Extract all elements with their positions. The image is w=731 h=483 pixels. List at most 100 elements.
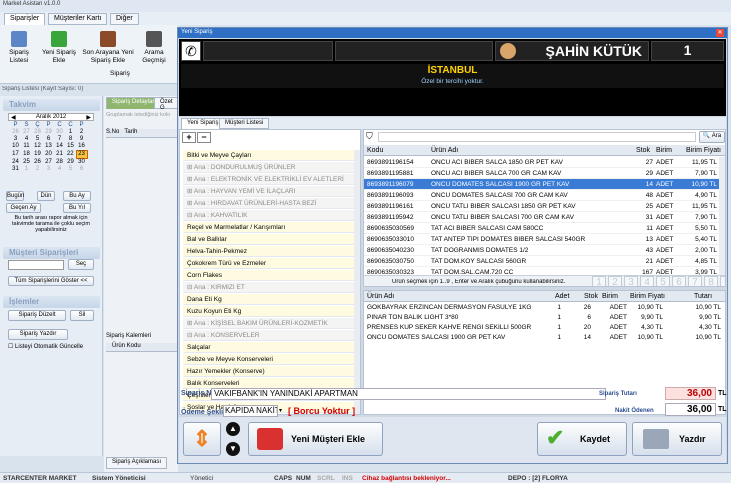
calendar-day[interactable]: 2 — [32, 166, 43, 173]
yesterday-button[interactable]: Dün — [37, 191, 55, 201]
cart-row[interactable]: ONCU DOMATES SALCASI 1900 GR PET KAV 1 14 A… — [364, 333, 725, 343]
payment-select[interactable]: KAPIDA NAKİT — [223, 405, 278, 417]
number-key-button[interactable]: 9 — [720, 276, 725, 286]
calendar-day[interactable]: 30 — [76, 159, 87, 167]
call-history-button[interactable]: Arama Geçmişi — [135, 31, 173, 65]
show-all-orders-button[interactable]: Tüm Siparişlerini Göster << — [8, 276, 94, 286]
calendar-day[interactable]: 5 — [65, 166, 76, 173]
category-item[interactable]: ⊞ Ana : ELEKTRONİK VE ELEKTRİKLİ EV ALET… — [183, 174, 355, 185]
search-button[interactable]: 🔍 Ara — [699, 131, 725, 143]
edit-order-button[interactable]: Sipariş Düzelt — [8, 310, 66, 321]
tab-new-order[interactable]: Yeni Sipariş — [181, 118, 225, 129]
calendar-day[interactable]: 8 — [65, 136, 76, 143]
customer-input[interactable] — [8, 260, 64, 270]
category-item[interactable]: Dana Eti Kg — [183, 294, 355, 305]
product-row[interactable]: 8693891196161 ONCU TATLI BIBER SALCASI 18… — [364, 201, 721, 212]
category-item[interactable]: ⊟ Ana : KAHVATILIK — [183, 210, 355, 221]
cart-row[interactable]: GOKBAYRAK ERZINCAN DERMASYON FASULYE 1KG… — [364, 303, 725, 313]
calendar-day[interactable]: 3 — [10, 136, 21, 143]
print-button[interactable]: Yazdır — [632, 422, 722, 456]
calendar-day[interactable]: 20 — [43, 151, 54, 159]
calendar-day[interactable]: 12 — [32, 143, 43, 151]
today-button[interactable]: Bugün — [6, 191, 24, 201]
product-row[interactable]: 8693891195881 ONCU ACI BIBER SALCA 700 GR… — [364, 168, 721, 179]
calendar-day[interactable]: 29 — [65, 159, 76, 167]
category-item[interactable]: ⊞ Ana : HAYVAN YEMİ VE İLAÇLARI — [183, 186, 355, 197]
number-key-button[interactable]: 1 — [592, 276, 606, 286]
new-customer-button[interactable]: Yeni Müşteri Ekle — [248, 422, 383, 456]
category-item[interactable]: ⊞ Ana : KİŞİSEL BAKIM ÜRÜNLERİ-KOZMETİK — [183, 318, 355, 329]
calendar-day[interactable]: 26 — [32, 159, 43, 167]
calendar-day[interactable]: 13 — [43, 143, 54, 151]
calendar-day[interactable]: 23 — [75, 150, 88, 159]
calendar-day[interactable]: 28 — [32, 129, 43, 136]
calendar-day[interactable]: 29 — [43, 129, 54, 136]
collapse-all-icon[interactable]: − — [197, 132, 211, 143]
down-arrow-icon[interactable]: ▼ — [226, 442, 240, 456]
calendar-day[interactable]: 28 — [54, 159, 65, 167]
calendar-day[interactable]: 9 — [76, 136, 87, 143]
order-list-button[interactable]: Sipariş Listesi — [0, 31, 38, 65]
calendar-day[interactable]: 1 — [65, 129, 76, 136]
calendar-day[interactable]: 26 — [10, 129, 21, 136]
product-row[interactable]: 8690635040230 TAT DOGRANMIS DOMATES 1/2 43… — [364, 245, 721, 256]
calendar-day[interactable]: 11 — [21, 143, 32, 151]
select-button[interactable]: Seç — [68, 259, 94, 270]
calendar-day[interactable]: 27 — [43, 159, 54, 167]
new-order-last-caller-button[interactable]: Son Arayana Yeni Sipariş Ekle — [82, 31, 134, 65]
calendar-day[interactable]: 27 — [21, 129, 32, 136]
delete-button[interactable]: Sil — [70, 310, 94, 321]
product-row[interactable]: 8693891196093 ONCU DOMATES SALCASI 700 GR… — [364, 190, 721, 201]
order-note-input[interactable]: VAKIFBANK'IN YANINDAKİ APARTMAN — [211, 388, 606, 400]
tab-customer-list[interactable]: Müşteri Listesi — [219, 118, 270, 129]
product-row[interactable]: 8690635030569 TAT ACI BIBER SALCASI CAM 5… — [364, 223, 721, 234]
category-item[interactable]: Helva-Tahin-Pekmez — [183, 246, 355, 257]
number-key-button[interactable]: 6 — [672, 276, 686, 286]
last-month-button[interactable]: Geçen Ay — [6, 203, 41, 213]
category-item[interactable]: Reçel ve Marmelatlar / Karışımları — [183, 222, 355, 233]
product-search-input[interactable] — [378, 132, 696, 142]
calendar-day[interactable]: 7 — [54, 136, 65, 143]
category-scrollbar[interactable] — [354, 150, 360, 414]
category-item[interactable]: Çokokrem Türü ve Ezmeler — [183, 258, 355, 269]
save-button[interactable]: ✔ Kaydet — [537, 422, 627, 456]
calendar-day[interactable]: 24 — [10, 159, 21, 167]
paid-amount-input[interactable]: 36,00 — [665, 403, 716, 416]
category-item[interactable]: ⊟ Ana : KIRMIZI ET — [183, 282, 355, 293]
product-row[interactable]: 8693891195942 ONCU TATLI BIBER SALCASI 70… — [364, 212, 721, 223]
calendar-day[interactable]: 21 — [54, 151, 65, 159]
calendar-day[interactable]: 16 — [76, 143, 87, 151]
category-item[interactable]: Kuzu Koyun Eti Kg — [183, 306, 355, 317]
calendar-day[interactable]: 18 — [21, 151, 32, 159]
up-arrow-icon[interactable]: ▲ — [226, 422, 240, 436]
calendar-day[interactable]: 3 — [43, 166, 54, 173]
close-icon[interactable]: ✕ — [716, 29, 724, 37]
tab-other[interactable]: Diğer — [110, 13, 139, 25]
calendar-day[interactable]: 2 — [76, 129, 87, 136]
product-scrollbar[interactable] — [719, 157, 725, 277]
tab-summary[interactable]: Özet G — [154, 97, 179, 111]
cart-row[interactable]: PRENSES KUP SEKER KAHVE RENGI SEKILLI 50… — [364, 323, 725, 333]
number-key-button[interactable]: 3 — [624, 276, 638, 286]
reorder-arrows-icon[interactable]: ⇕ — [183, 422, 221, 456]
calendar-day[interactable]: 31 — [10, 166, 21, 173]
auto-refresh-checkbox[interactable]: ☐ Listeyi Otomatik Güncelle — [8, 343, 83, 350]
product-row[interactable]: 8693891196154 ONCU ACI BIBER SALCA 1850 G… — [364, 157, 721, 168]
payment-dropdown-icon[interactable]: ▾ — [279, 407, 282, 414]
number-key-button[interactable]: 8 — [704, 276, 718, 286]
category-item[interactable]: Hazır Yemekler (Konserve) — [183, 366, 355, 377]
new-order-button[interactable]: Yeni Sipariş Ekle — [40, 31, 78, 65]
product-row[interactable]: 8693891196079 ONCU DOMATES SALCASI 1900 G… — [364, 179, 721, 190]
expand-all-icon[interactable]: + — [182, 132, 196, 143]
number-key-button[interactable]: 7 — [688, 276, 702, 286]
calendar-day[interactable]: 1 — [21, 166, 32, 173]
category-item[interactable]: Bal ve Ballılar — [183, 234, 355, 245]
tab-customers[interactable]: Müşteriler Kartı — [48, 13, 108, 25]
number-key-button[interactable]: 4 — [640, 276, 654, 286]
calendar-day[interactable]: 30 — [54, 129, 65, 136]
calendar-day[interactable]: 22 — [65, 151, 76, 159]
category-item[interactable]: ⊟ Ana : KONSERVELER — [183, 330, 355, 341]
number-key-button[interactable]: 2 — [608, 276, 622, 286]
category-item[interactable]: Salçalar — [183, 342, 355, 353]
calendar-day[interactable]: 5 — [32, 136, 43, 143]
